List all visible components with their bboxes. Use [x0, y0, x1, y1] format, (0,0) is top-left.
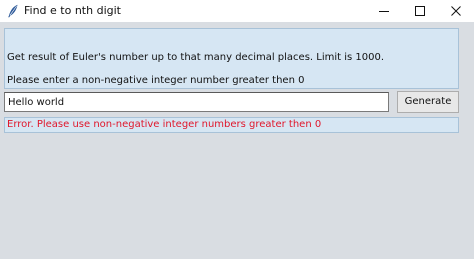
generate-button[interactable]: Generate: [397, 91, 459, 113]
error-message: Error. Please use non-negative integer n…: [7, 119, 322, 130]
instruction-label: Please enter a non-negative integer numb…: [7, 75, 305, 86]
close-icon: [451, 6, 461, 16]
window-title: Find e to nth digit: [24, 4, 121, 17]
info-panel: Get result of Euler's number up to that …: [4, 28, 459, 89]
maximize-icon: [415, 6, 425, 16]
digits-input[interactable]: [4, 92, 389, 112]
error-panel: Error. Please use non-negative integer n…: [4, 117, 459, 133]
minimize-button[interactable]: [366, 0, 402, 22]
close-button[interactable]: [438, 0, 474, 22]
app-window: Find e to nth digit Get result of Euler'…: [0, 0, 474, 259]
title-bar[interactable]: Find e to nth digit: [0, 0, 474, 22]
description-label: Get result of Euler's number up to that …: [7, 52, 385, 63]
maximize-button[interactable]: [402, 0, 438, 22]
minimize-icon: [379, 11, 389, 12]
feather-icon: [7, 3, 19, 18]
